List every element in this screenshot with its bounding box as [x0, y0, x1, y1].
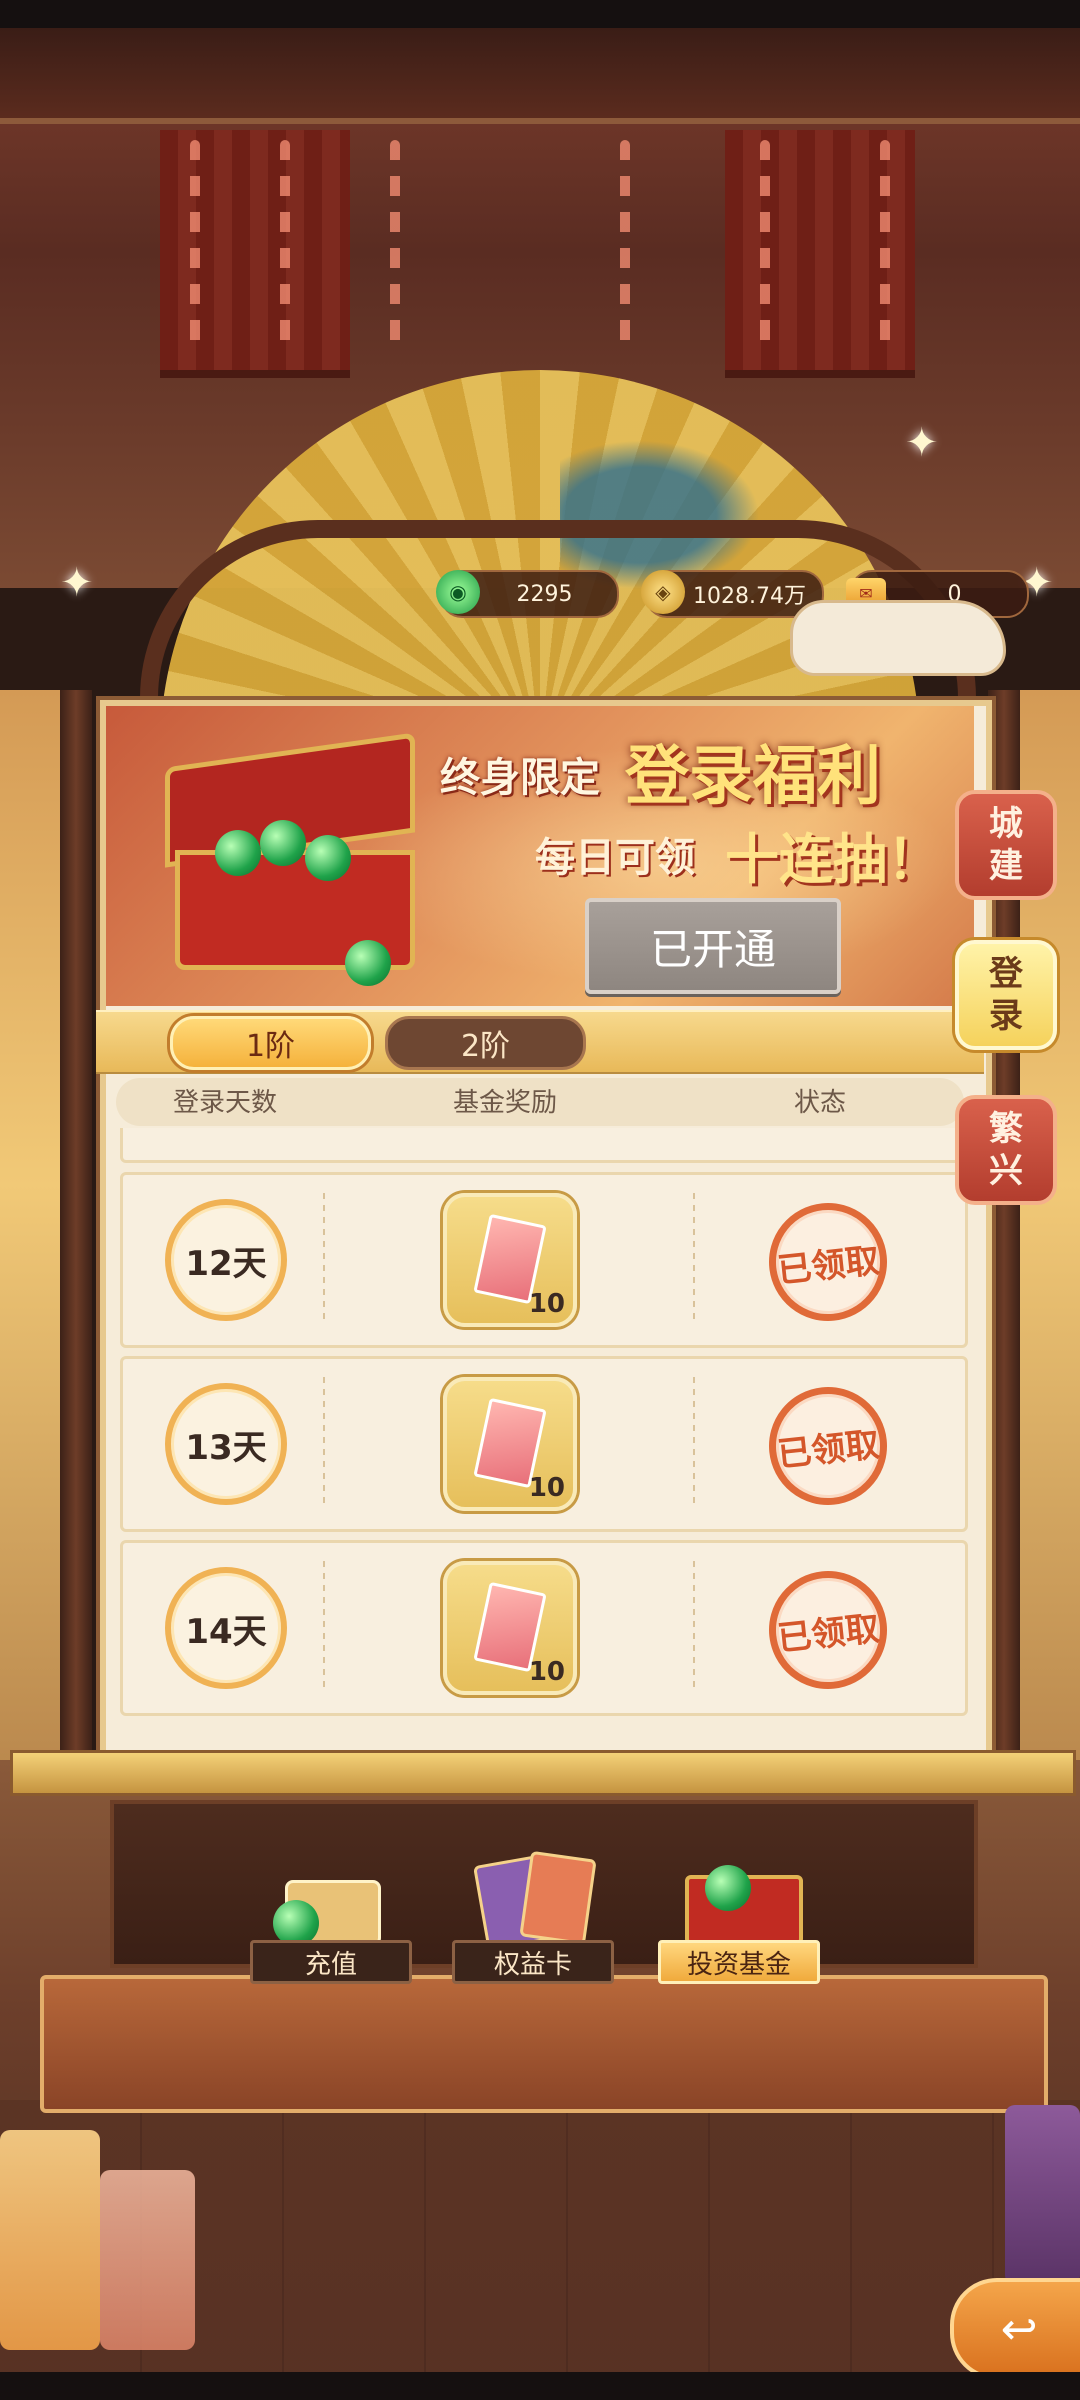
side-tab-char: 兴	[989, 1151, 1023, 1191]
investment-fund-button[interactable]: 投资基金	[658, 1940, 820, 1984]
row-divider	[323, 1561, 325, 1691]
day-badge: 13天	[165, 1383, 287, 1505]
bead-string	[280, 140, 290, 350]
side-tab-login[interactable]: 登 录	[955, 940, 1057, 1050]
sparkle-icon: ✦	[60, 560, 94, 606]
drawer-cabinet	[1005, 2105, 1080, 2285]
activated-button[interactable]: 已开通	[585, 898, 841, 994]
row-divider	[323, 1193, 325, 1323]
bead-string	[620, 140, 630, 350]
shelf-top	[10, 1750, 1076, 1796]
table-row: 12天 10 已领取	[120, 1172, 968, 1348]
table-row-partial	[120, 1128, 968, 1163]
header-login-days: 登录天数	[172, 1087, 277, 1118]
banner-subtitle-large: 十连抽！	[725, 828, 941, 891]
tab-tier-2[interactable]: 2阶	[385, 1016, 586, 1070]
pillar-left	[60, 690, 92, 1760]
card-orange	[519, 1850, 597, 1946]
side-tab-char: 繁	[989, 1109, 1023, 1149]
status-bar	[0, 0, 1080, 28]
benefit-card-icon[interactable]	[470, 1840, 600, 1952]
back-arrow-icon: ↩	[1000, 2303, 1038, 2355]
banner-title-small: 终身限定	[440, 755, 600, 801]
jade-coin	[305, 835, 351, 881]
row-divider	[693, 1193, 695, 1323]
row-divider	[323, 1377, 325, 1507]
jade-coin	[705, 1865, 751, 1911]
jade-coin	[260, 820, 306, 866]
side-tab-char: 登	[989, 954, 1023, 994]
reward-item[interactable]: 10	[443, 1377, 577, 1511]
jade-coin	[345, 940, 391, 986]
row-divider	[693, 1561, 695, 1691]
row-divider	[693, 1377, 695, 1507]
back-button[interactable]: ↩	[950, 2278, 1080, 2380]
recharge-gift-icon[interactable]	[265, 1840, 395, 1950]
bead-string	[760, 140, 770, 350]
navigation-bar	[0, 2372, 1080, 2400]
lantern-decoration	[0, 2130, 100, 2350]
shelf-base	[40, 1975, 1048, 2113]
side-tab-prosperity[interactable]: 繁 兴	[955, 1095, 1057, 1205]
banner-subtitle-small: 每日可领	[535, 835, 695, 881]
tab-tier-1[interactable]: 1阶	[170, 1016, 371, 1070]
roof-beam	[0, 28, 1080, 124]
side-tab-char: 录	[989, 996, 1023, 1036]
table-row: 14天 10 已领取	[120, 1540, 968, 1716]
currency-jade: ◉ 2295	[436, 570, 619, 618]
recharge-button[interactable]: 充值	[250, 1940, 412, 1984]
sleeping-cat	[790, 600, 1006, 676]
table-row: 13天 10 已领取	[120, 1356, 968, 1532]
header-fund-reward: 基金奖励	[452, 1087, 557, 1118]
bead-string	[190, 140, 200, 350]
banner-title-large: 登录福利	[625, 740, 881, 814]
benefit-card-button[interactable]: 权益卡	[452, 1940, 614, 1984]
currency-copper-value: 1028.74万	[693, 584, 806, 609]
jade-coin	[215, 830, 261, 876]
claimed-stamp: 已领取	[763, 1381, 893, 1511]
header-status: 状态	[793, 1087, 846, 1118]
claimed-stamp: 已领取	[763, 1197, 893, 1327]
sparkle-icon: ✦	[905, 420, 939, 466]
side-tab-char: 建	[989, 846, 1023, 886]
day-badge: 12天	[165, 1199, 287, 1321]
reward-count: 10	[528, 1473, 565, 1503]
treasure-chest-image	[165, 732, 415, 986]
investment-fund-icon[interactable]	[675, 1835, 805, 1945]
day-badge: 14天	[165, 1567, 287, 1689]
jade-coin-icon: ◉	[436, 570, 480, 614]
lantern-decoration	[100, 2170, 195, 2350]
bead-string	[880, 140, 890, 350]
claimed-stamp: 已领取	[763, 1565, 893, 1695]
side-tab-char: 城	[989, 804, 1023, 844]
bead-string	[390, 140, 400, 350]
reward-count: 10	[528, 1289, 565, 1319]
reward-count: 10	[528, 1657, 565, 1687]
side-tab-city-build[interactable]: 城 建	[955, 790, 1057, 900]
reward-item[interactable]: 10	[443, 1193, 577, 1327]
red-curtain-left	[160, 130, 350, 378]
reward-item[interactable]: 10	[443, 1561, 577, 1695]
currency-jade-value: 2295	[516, 581, 573, 607]
copper-coin-icon: ◈	[641, 570, 685, 614]
